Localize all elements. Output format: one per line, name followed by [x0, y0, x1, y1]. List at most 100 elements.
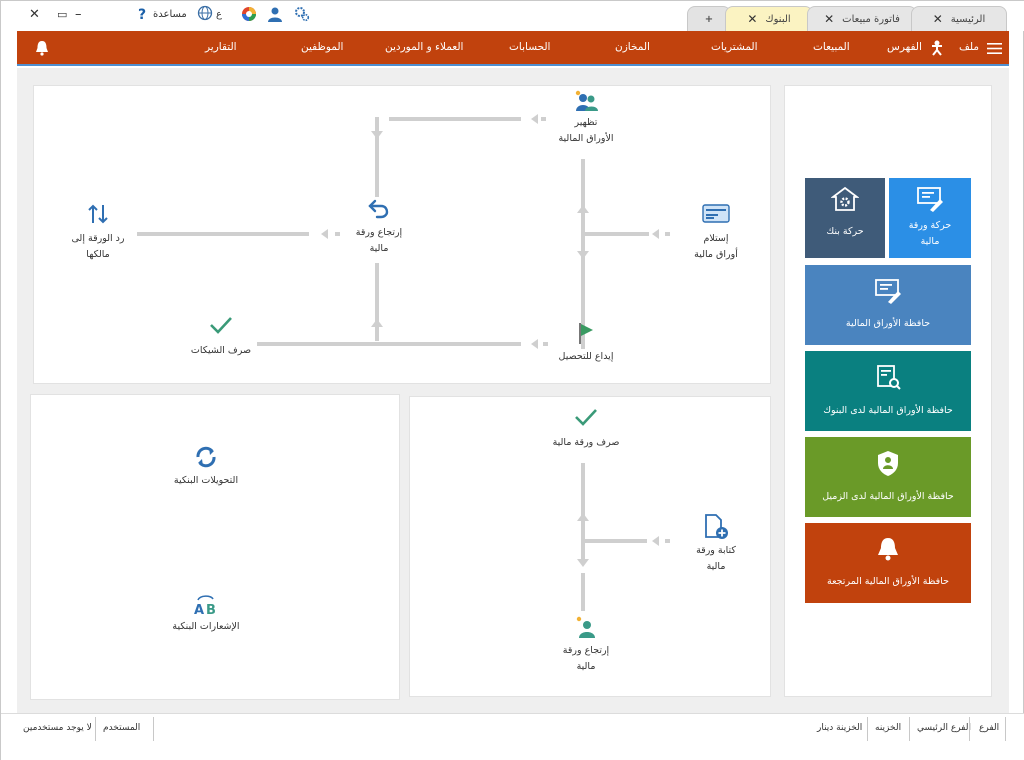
flow-arrow-up — [577, 513, 589, 521]
bank-transfers-link[interactable]: التحويلات البنكية — [161, 445, 251, 489]
status-branch-label: الفرع — [979, 723, 1000, 733]
tile-portfolio-banks[interactable]: حافظة الأوراق المالية لدى البنوك — [805, 351, 971, 431]
flag-icon — [541, 321, 631, 349]
users-sun-icon — [541, 89, 631, 115]
add-document-icon — [681, 513, 751, 543]
tile-label: حافظة الأوراق المالية — [845, 318, 931, 329]
node-return-to-owner[interactable]: رد الورقة إلى مالكها — [61, 203, 135, 263]
settings-icon[interactable] — [294, 6, 310, 27]
menu-purchases[interactable]: المشتريات — [711, 41, 758, 53]
tile-paper-movement[interactable]: حركة ورقة مالية — [889, 178, 971, 258]
language-button[interactable]: ع — [216, 7, 222, 23]
svg-text:B: B — [206, 603, 216, 617]
flow-arrow-left — [531, 114, 538, 124]
node-label: رد الورقة إلى — [71, 233, 125, 244]
node-label: مالية — [369, 243, 389, 254]
node-write-paper[interactable]: كتابة ورقة مالية — [681, 513, 751, 575]
flow-connector — [581, 463, 585, 561]
close-tab-icon[interactable]: ✕ — [824, 12, 834, 26]
notifications-bell-icon[interactable] — [35, 40, 49, 59]
status-bar — [1, 713, 1024, 760]
node-label: إستلام — [703, 233, 729, 244]
bank-notices-link[interactable]: AB الإشعارات البنكية — [161, 593, 251, 635]
node-label: إرتجاع ورقة — [562, 645, 610, 656]
node-label: صرف الشيكات — [190, 345, 252, 356]
flow-arrow-left — [652, 229, 659, 239]
node-label: مالية — [576, 661, 596, 672]
menu-customers-suppliers[interactable]: العملاء و الموردين — [385, 41, 463, 53]
app-window: ✕ ▭ – ? مساعدة ع + ✕ البنوك ✕ فاتورة مبي… — [0, 0, 1024, 760]
flow-connector — [137, 232, 309, 236]
flow-arrow-down — [577, 251, 589, 259]
node-label: مالكها — [86, 249, 110, 260]
flow-connector — [585, 539, 647, 543]
refresh-cycle-icon — [161, 445, 251, 473]
checkmark-icon — [541, 407, 631, 435]
status-divider — [969, 717, 970, 741]
theme-icon[interactable] — [241, 6, 257, 27]
menu-warehouses[interactable]: المخازن — [615, 41, 650, 53]
tile-securities-portfolio[interactable]: حافظة الأوراق المالية — [805, 265, 971, 345]
flow-connector — [375, 263, 379, 341]
flow-connector — [665, 539, 670, 543]
close-window-button[interactable]: ✕ — [29, 7, 40, 23]
node-label: أوراق مالية — [694, 249, 738, 260]
tab-sales-invoice[interactable]: ✕ فاتورة مبيعات — [807, 6, 917, 31]
checkmark-icon — [181, 315, 261, 343]
node-label: الأوراق المالية — [558, 133, 614, 144]
node-label: مالية — [706, 561, 726, 572]
menu-accounts[interactable]: الحسابات — [509, 41, 550, 53]
news-search-icon — [874, 363, 902, 397]
menu-sales[interactable]: المبيعات — [813, 41, 850, 53]
status-branch-value: الفرع الرئيسي — [917, 723, 971, 733]
flow-connector — [585, 232, 649, 236]
globe-icon[interactable] — [197, 5, 213, 26]
tab-label: فاتورة مبيعات — [842, 13, 900, 25]
node-return-paper[interactable]: إرتجاع ورقة مالية — [337, 197, 421, 257]
index-figure-icon[interactable] — [931, 40, 943, 59]
edit-document-icon — [916, 186, 944, 218]
user-icon[interactable] — [268, 6, 282, 27]
tile-label: مالية — [920, 236, 940, 247]
flow-arrow-down — [371, 131, 383, 139]
node-clearing-securities[interactable]: تظهير الأوراق المالية — [541, 89, 631, 147]
tab-home[interactable]: ✕ الرئيسية — [911, 6, 1007, 31]
tab-label: الرئيسية — [950, 13, 986, 25]
flow-arrow-up — [371, 319, 383, 327]
node-label: التحويلات البنكية — [173, 475, 239, 486]
node-label: صرف ورقة مالية — [552, 437, 620, 448]
tab-banks[interactable]: ✕ البنوك — [725, 6, 813, 31]
status-treasury-label: الخزينه — [875, 723, 902, 733]
menu-employees[interactable]: الموظفين — [301, 41, 343, 53]
close-tab-icon[interactable]: ✕ — [747, 12, 757, 26]
status-divider — [1005, 717, 1006, 741]
ab-replace-icon: AB — [161, 593, 251, 619]
help-icon[interactable]: ? — [138, 7, 146, 23]
node-cash-paper[interactable]: صرف ورقة مالية — [541, 407, 631, 451]
tab-label: البنوك — [765, 13, 791, 25]
hamburger-menu-icon[interactable] — [987, 43, 1002, 57]
tile-portfolio-colleagues[interactable]: حافظة الأوراق المالية لدى الزميل — [805, 437, 971, 517]
tile-label: حافظة الأوراق المالية لدى البنوك — [823, 405, 953, 416]
tile-bank-movement[interactable]: حركة بنك — [805, 178, 885, 258]
flow-arrow-left — [531, 339, 538, 349]
minimize-window-button[interactable]: – — [75, 7, 82, 23]
close-tab-icon[interactable]: ✕ — [933, 12, 943, 26]
node-deposit-collection[interactable]: إيداع للتحصيل — [541, 321, 631, 365]
node-cash-cheques[interactable]: صرف الشيكات — [181, 315, 261, 359]
svg-text:A: A — [194, 603, 204, 617]
undo-arrow-icon — [337, 197, 421, 225]
menu-index[interactable]: الفهرس — [887, 41, 922, 53]
swap-arrows-icon — [61, 203, 135, 231]
status-divider — [153, 717, 154, 741]
node-receive-securities[interactable]: إستلام أوراق مالية — [681, 203, 751, 263]
help-button[interactable]: مساعدة — [153, 7, 187, 23]
bank-gear-icon — [830, 186, 860, 218]
restore-window-button[interactable]: ▭ — [57, 7, 67, 23]
node-label: الإشعارات البنكية — [172, 621, 240, 632]
menu-reports[interactable]: التقارير — [205, 41, 237, 53]
menu-file[interactable]: ملف — [959, 41, 979, 53]
status-user-value: لا يوجد مستخدمين — [23, 723, 92, 733]
node-return-paper-bottom[interactable]: إرتجاع ورقة مالية — [541, 615, 631, 675]
tile-portfolio-returned[interactable]: حافظة الأوراق المالية المرتجعة — [805, 523, 971, 603]
